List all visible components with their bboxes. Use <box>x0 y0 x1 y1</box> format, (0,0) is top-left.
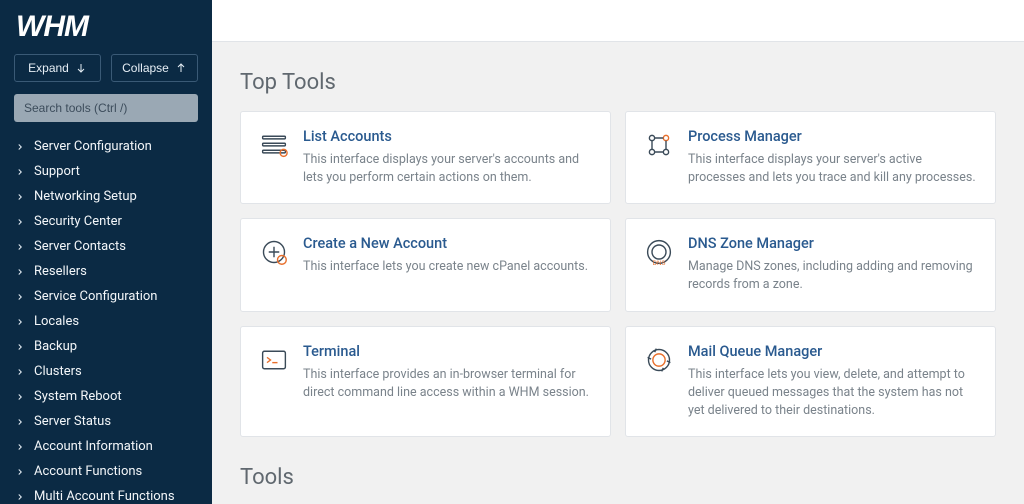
top-strip <box>212 0 1024 42</box>
card-title[interactable]: List Accounts <box>303 128 592 145</box>
chevron-right-icon <box>14 367 24 377</box>
card-desc: This interface displays your server's ac… <box>303 151 592 187</box>
top-tools-card[interactable]: List Accounts This interface displays you… <box>240 111 611 204</box>
chevron-right-icon <box>14 317 24 327</box>
create-account-icon <box>259 237 289 267</box>
card-body: DNS Zone Manager Manage DNS zones, includ… <box>688 235 977 294</box>
chevron-right-icon <box>14 417 24 427</box>
dns-zone-icon: DNS <box>644 237 674 267</box>
svg-text:DNS: DNS <box>653 260 666 266</box>
top-tools-card[interactable]: Mail Queue Manager This interface lets yo… <box>625 326 996 437</box>
sidebar-nav: Server Configuration Support Networking Se… <box>0 132 212 504</box>
sidebar-item[interactable]: Multi Account Functions <box>0 484 212 504</box>
terminal-icon <box>259 345 289 375</box>
chevron-right-icon <box>14 167 24 177</box>
sidebar-item-label: Security Center <box>34 214 122 229</box>
sidebar-item-label: Backup <box>34 339 77 354</box>
list-accounts-icon <box>259 130 289 160</box>
top-tools-grid: List Accounts This interface displays you… <box>240 111 996 437</box>
sidebar-item[interactable]: Security Center <box>0 209 212 234</box>
card-desc: This interface lets you create new cPane… <box>303 258 592 276</box>
sidebar-item-label: System Reboot <box>34 389 122 404</box>
expand-button[interactable]: Expand <box>14 54 101 82</box>
whm-logo: WHM <box>0 0 212 50</box>
sidebar-item-label: Service Configuration <box>34 289 157 304</box>
sidebar-item[interactable]: Backup <box>0 334 212 359</box>
card-desc: This interface provides an in-browser te… <box>303 366 592 402</box>
top-tools-card[interactable]: Create a New Account This interface lets … <box>240 218 611 311</box>
sidebar-item[interactable]: Locales <box>0 309 212 334</box>
card-desc: This interface lets you view, delete, an… <box>688 366 977 420</box>
sidebar-item-label: Multi Account Functions <box>34 489 175 504</box>
chevron-right-icon <box>14 142 24 152</box>
sidebar-item[interactable]: Service Configuration <box>0 284 212 309</box>
card-title[interactable]: Mail Queue Manager <box>688 343 977 360</box>
sidebar-item[interactable]: Resellers <box>0 259 212 284</box>
card-body: Process Manager This interface displays y… <box>688 128 977 187</box>
sidebar-item-label: Server Configuration <box>34 139 152 154</box>
sidebar-item-label: Networking Setup <box>34 189 137 204</box>
card-body: Mail Queue Manager This interface lets yo… <box>688 343 977 420</box>
collapse-label: Collapse <box>122 61 169 75</box>
sidebar-item[interactable]: Server Contacts <box>0 234 212 259</box>
sidebar-item-label: Server Status <box>34 414 111 429</box>
top-tools-card[interactable]: Terminal This interface provides an in-br… <box>240 326 611 437</box>
card-title[interactable]: DNS Zone Manager <box>688 235 977 252</box>
process-manager-icon <box>644 130 674 160</box>
card-title[interactable]: Create a New Account <box>303 235 592 252</box>
sidebar-item-label: Account Functions <box>34 464 142 479</box>
sidebar-item-label: Clusters <box>34 364 82 379</box>
sidebar-item-label: Server Contacts <box>34 239 126 254</box>
sidebar: WHM Expand Collapse Server Configuration… <box>0 0 212 504</box>
sidebar-item-label: Support <box>34 164 80 179</box>
sidebar-item[interactable]: Clusters <box>0 359 212 384</box>
section-title-top-tools: Top Tools <box>240 70 996 95</box>
chevron-right-icon <box>14 442 24 452</box>
sidebar-item[interactable]: Networking Setup <box>0 184 212 209</box>
chevron-right-icon <box>14 292 24 302</box>
chevron-right-icon <box>14 492 24 502</box>
sidebar-item[interactable]: Server Status <box>0 409 212 434</box>
sidebar-button-row: Expand Collapse <box>0 50 212 90</box>
content: Top Tools List Accounts This interface di… <box>212 42 1024 504</box>
mail-queue-icon <box>644 345 674 375</box>
main: Top Tools List Accounts This interface di… <box>212 0 1024 504</box>
sidebar-item-label: Locales <box>34 314 79 329</box>
card-desc: This interface displays your server's ac… <box>688 151 977 187</box>
chevron-right-icon <box>14 267 24 277</box>
search-input[interactable] <box>14 94 198 122</box>
sidebar-item[interactable]: System Reboot <box>0 384 212 409</box>
card-desc: Manage DNS zones, including adding and r… <box>688 258 977 294</box>
top-tools-card[interactable]: Process Manager This interface displays y… <box>625 111 996 204</box>
sidebar-item[interactable]: Support <box>0 159 212 184</box>
card-title[interactable]: Terminal <box>303 343 592 360</box>
sidebar-item[interactable]: Server Configuration <box>0 134 212 159</box>
chevron-right-icon <box>14 392 24 402</box>
chevron-right-icon <box>14 192 24 202</box>
arrow-down-icon <box>75 62 87 74</box>
chevron-right-icon <box>14 342 24 352</box>
collapse-button[interactable]: Collapse <box>111 54 198 82</box>
expand-label: Expand <box>28 61 69 75</box>
card-body: List Accounts This interface displays you… <box>303 128 592 187</box>
chevron-right-icon <box>14 467 24 477</box>
section-title-tools: Tools <box>240 465 996 490</box>
sidebar-item[interactable]: Account Information <box>0 434 212 459</box>
card-body: Terminal This interface provides an in-br… <box>303 343 592 402</box>
sidebar-item[interactable]: Account Functions <box>0 459 212 484</box>
top-tools-card[interactable]: DNS DNS Zone Manager Manage DNS zones, inc… <box>625 218 996 311</box>
sidebar-item-label: Account Information <box>34 439 153 454</box>
chevron-right-icon <box>14 217 24 227</box>
arrow-up-icon <box>175 62 187 74</box>
sidebar-item-label: Resellers <box>34 264 87 279</box>
card-title[interactable]: Process Manager <box>688 128 977 145</box>
card-body: Create a New Account This interface lets … <box>303 235 592 276</box>
chevron-right-icon <box>14 242 24 252</box>
search-wrap <box>0 90 212 132</box>
